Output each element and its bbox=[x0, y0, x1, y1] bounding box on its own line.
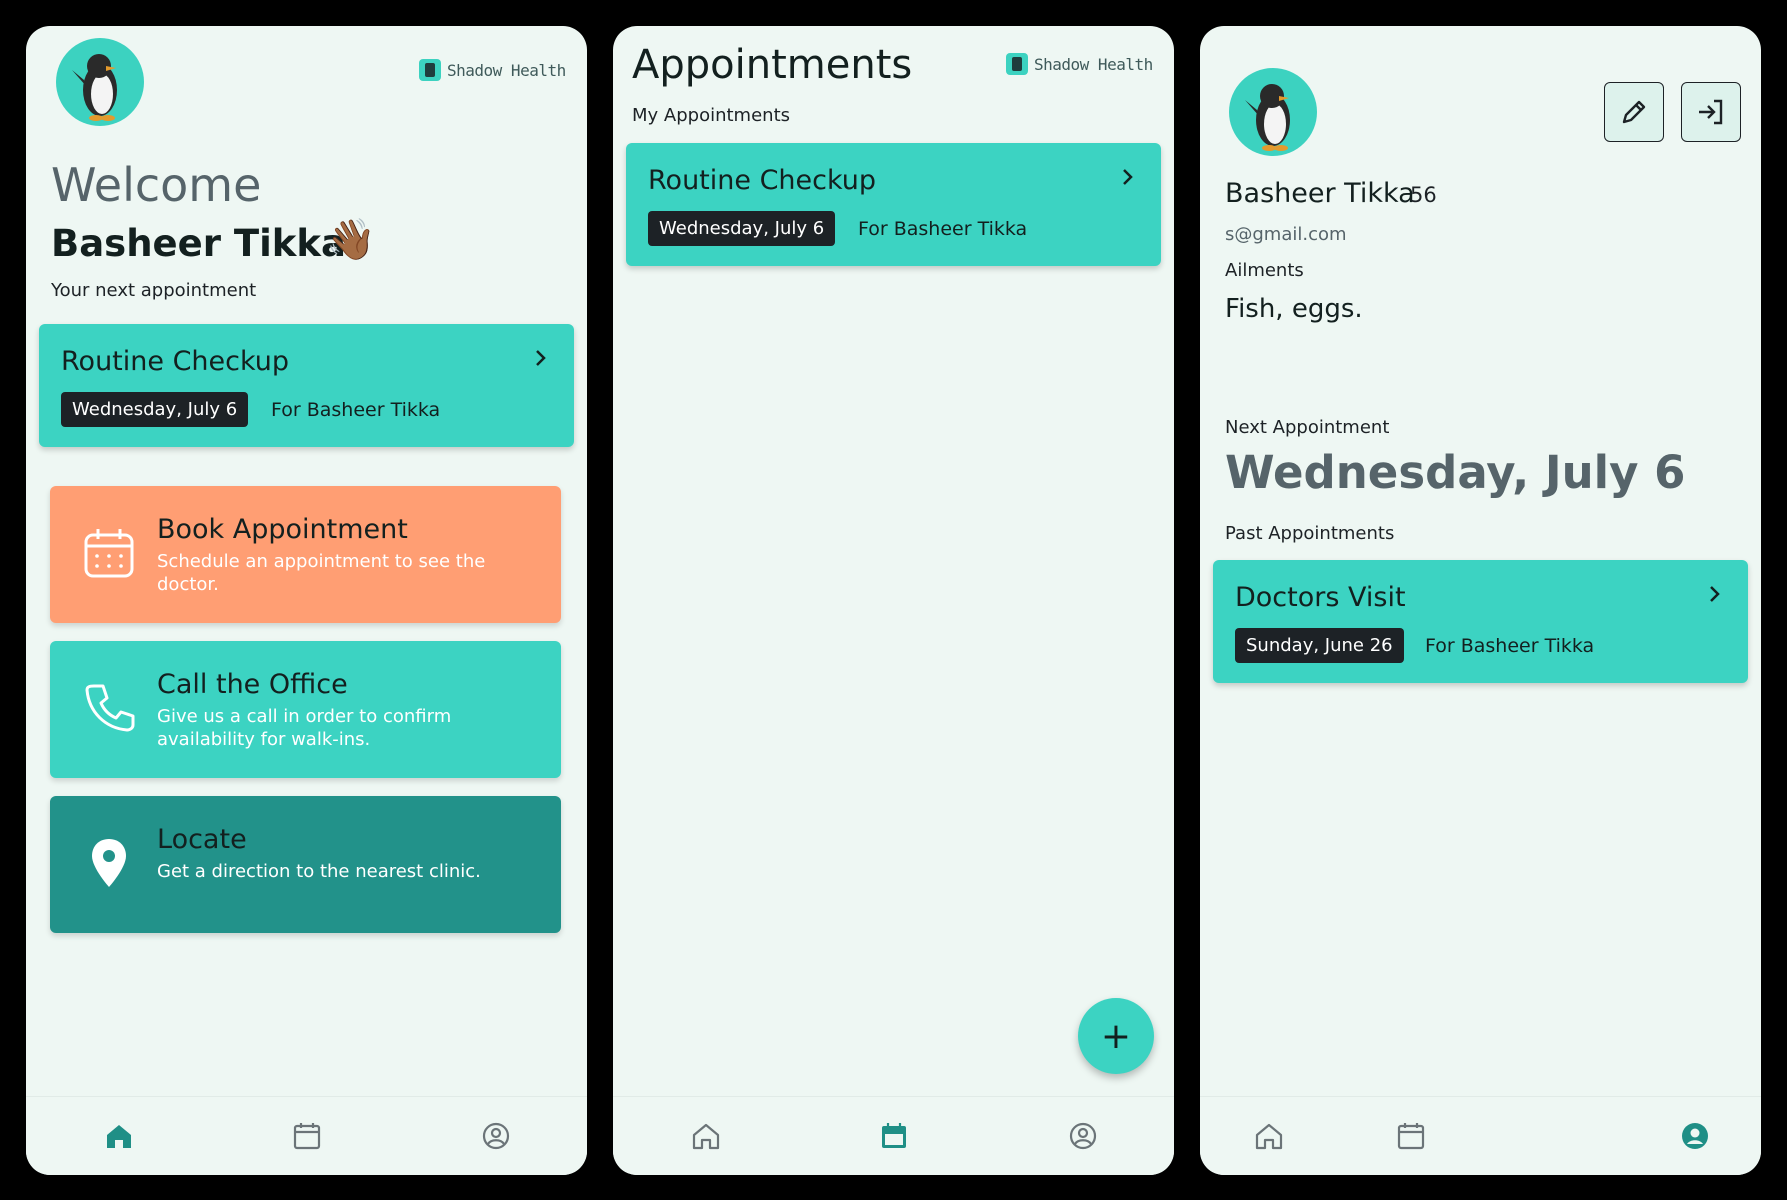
locate-button[interactable]: Locate Get a direction to the nearest cl… bbox=[50, 796, 561, 933]
action-description: Schedule an appointment to see the docto… bbox=[157, 551, 486, 595]
profile-icon bbox=[1682, 1123, 1708, 1149]
appointment-title: Routine Checkup bbox=[648, 165, 877, 196]
appointment-title: Doctors Visit bbox=[1235, 582, 1406, 613]
brand-name: Shadow Health bbox=[447, 60, 566, 80]
appointment-date-badge: Sunday, June 26 bbox=[1235, 628, 1404, 663]
next-appointment-date: Wednesday, July 6 bbox=[1225, 446, 1686, 499]
penguin-avatar-icon bbox=[72, 54, 117, 121]
profile-icon bbox=[1069, 1122, 1097, 1150]
appointment-date-badge: Wednesday, July 6 bbox=[61, 392, 249, 427]
avatar[interactable] bbox=[56, 38, 144, 126]
user-name: Basheer Tikka bbox=[51, 222, 346, 265]
profile-age: 56 bbox=[1410, 183, 1437, 207]
location-pin-icon bbox=[92, 839, 126, 887]
nav-home[interactable] bbox=[691, 1121, 721, 1151]
book-appointment-button[interactable]: Book Appointment Schedule an appointment… bbox=[50, 486, 561, 623]
nav-calendar[interactable] bbox=[879, 1121, 909, 1151]
appointment-for: For Basheer Tikka bbox=[858, 218, 1028, 240]
nav-profile[interactable] bbox=[1680, 1121, 1710, 1151]
appointment-for: For Basheer Tikka bbox=[1425, 635, 1595, 657]
profile-email: s@gmail.com bbox=[1225, 224, 1347, 245]
profile-icon bbox=[482, 1122, 510, 1150]
clipboard-logo-icon bbox=[1006, 53, 1028, 75]
action-description: Give us a call in order to confirm avail… bbox=[157, 706, 452, 750]
home-screen: Shadow Health Welcome Basheer Tikka 👋🏾 Y… bbox=[26, 26, 587, 1175]
calendar-icon bbox=[293, 1123, 321, 1150]
page-title: Appointments bbox=[632, 42, 913, 88]
add-appointment-button[interactable]: + bbox=[1078, 998, 1154, 1074]
next-appointment-card[interactable]: Routine Checkup Wednesday, July 6 For Ba… bbox=[39, 324, 574, 447]
home-icon bbox=[1255, 1123, 1283, 1150]
calendar-icon bbox=[84, 529, 134, 578]
appointment-card[interactable]: Routine Checkup Wednesday, July 6 For Ba… bbox=[626, 143, 1161, 266]
next-appointment-label: Your next appointment bbox=[51, 280, 257, 301]
action-title: Call the Office bbox=[157, 669, 348, 700]
action-title: Locate bbox=[157, 824, 247, 855]
call-office-button[interactable]: Call the Office Give us a call in order … bbox=[50, 641, 561, 778]
appointment-title: Routine Checkup bbox=[61, 346, 290, 377]
nav-profile[interactable] bbox=[481, 1121, 511, 1151]
bottom-navigation bbox=[613, 1096, 1174, 1175]
ailments-label: Ailments bbox=[1225, 260, 1304, 281]
avatar[interactable] bbox=[1229, 68, 1317, 156]
brand-logo: Shadow Health bbox=[419, 59, 566, 81]
nav-home[interactable] bbox=[1254, 1121, 1284, 1151]
bottom-navigation bbox=[1200, 1096, 1761, 1175]
brand-name: Shadow Health bbox=[1034, 54, 1153, 74]
brand-logo: Shadow Health bbox=[1006, 53, 1153, 75]
nav-home[interactable] bbox=[104, 1121, 134, 1151]
pencil-icon bbox=[1622, 100, 1646, 124]
nav-calendar[interactable] bbox=[1396, 1121, 1426, 1151]
calendar-icon bbox=[1397, 1123, 1425, 1150]
edit-profile-button[interactable] bbox=[1604, 82, 1664, 142]
profile-screen: Basheer Tikka 56 s@gmail.com Ailments Fi… bbox=[1200, 26, 1761, 1175]
appointments-screen: Appointments Shadow Health My Appointmen… bbox=[613, 26, 1174, 1175]
chevron-right-icon bbox=[1123, 169, 1133, 185]
welcome-heading: Welcome bbox=[51, 158, 262, 212]
penguin-avatar-icon bbox=[1245, 84, 1290, 151]
appointment-date-badge: Wednesday, July 6 bbox=[648, 211, 836, 246]
phone-icon bbox=[85, 684, 135, 732]
past-appointments-label: Past Appointments bbox=[1225, 523, 1395, 544]
action-title: Book Appointment bbox=[157, 514, 408, 545]
appointment-for: For Basheer Tikka bbox=[271, 399, 441, 421]
home-icon bbox=[692, 1123, 720, 1150]
wave-emoji: 👋🏾 bbox=[326, 217, 376, 263]
ailments-value: Fish, eggs. bbox=[1225, 294, 1363, 324]
my-appointments-label: My Appointments bbox=[632, 105, 791, 126]
chevron-right-icon bbox=[536, 350, 546, 366]
calendar-icon bbox=[882, 1123, 906, 1148]
past-appointment-card[interactable]: Doctors Visit Sunday, June 26 For Bashee… bbox=[1213, 560, 1748, 683]
next-appointment-label: Next Appointment bbox=[1225, 417, 1390, 438]
home-icon bbox=[107, 1125, 131, 1148]
bottom-navigation bbox=[26, 1096, 587, 1175]
chevron-right-icon bbox=[1710, 586, 1720, 602]
clipboard-logo-icon bbox=[419, 59, 441, 81]
logout-icon bbox=[1699, 99, 1723, 125]
profile-name: Basheer Tikka bbox=[1225, 178, 1415, 209]
plus-icon: + bbox=[1100, 1015, 1132, 1057]
nav-calendar[interactable] bbox=[292, 1121, 322, 1151]
nav-profile[interactable] bbox=[1068, 1121, 1098, 1151]
action-description: Get a direction to the nearest clinic. bbox=[157, 861, 481, 882]
logout-button[interactable] bbox=[1681, 82, 1741, 142]
